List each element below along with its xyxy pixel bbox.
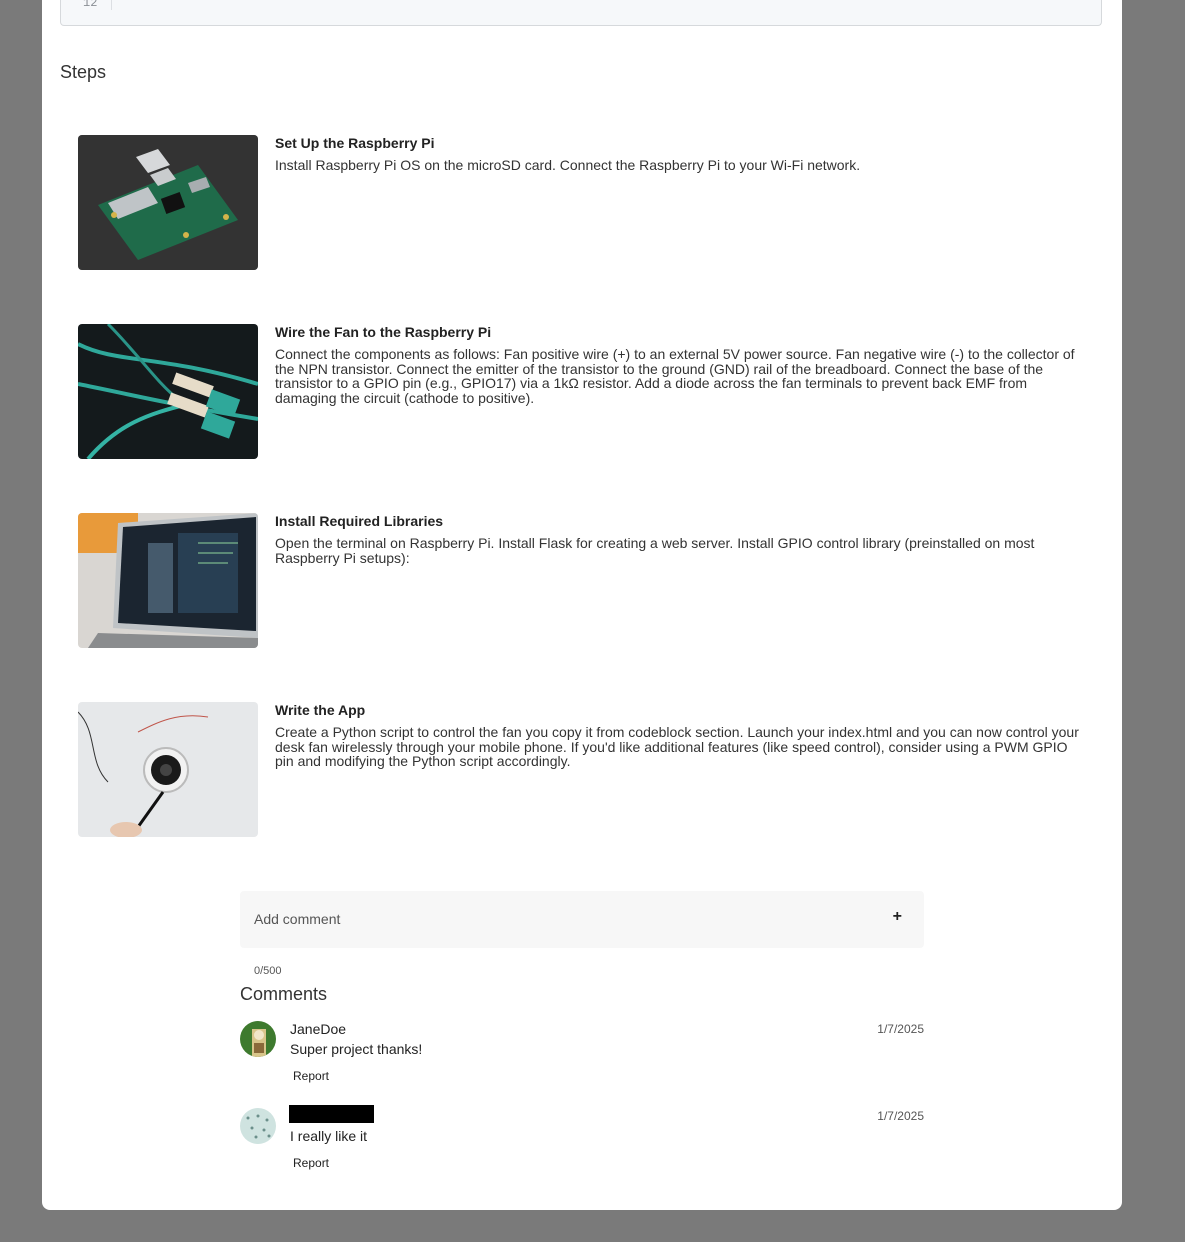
redacted-author <box>289 1105 374 1123</box>
step-description: Create a Python script to control the fa… <box>275 724 1079 769</box>
step-title: Write the App <box>275 702 366 718</box>
step-title: Wire the Fan to the Raspberry Pi <box>275 324 492 340</box>
comment-char-counter: 0/500 <box>254 965 282 977</box>
avatar <box>240 1021 276 1057</box>
comment-author[interactable]: JaneDoe <box>290 1021 346 1037</box>
report-button[interactable]: Report <box>293 1156 329 1170</box>
comment-date: 1/7/2025 <box>877 1109 924 1123</box>
add-comment-input[interactable]: Add comment + <box>240 891 924 948</box>
report-button[interactable]: Report <box>293 1069 329 1083</box>
step-title: Set Up the Raspberry Pi <box>275 135 435 151</box>
step-item: Write the App Create a Python script to … <box>78 702 1088 838</box>
comment-text: Super project thanks! <box>290 1041 423 1057</box>
step-description: Connect the components as follows: Fan p… <box>275 346 1075 406</box>
comment-date: 1/7/2025 <box>877 1022 924 1036</box>
comments-heading: Comments <box>240 984 328 1004</box>
comment-item: 1/7/2025 I really like it Report <box>240 1105 924 1180</box>
add-comment-placeholder: Add comment <box>254 911 341 927</box>
step-title: Install Required Libraries <box>275 513 444 529</box>
step-description: Install Raspberry Pi OS on the microSD c… <box>275 157 861 173</box>
add-comment-plus-icon[interactable]: + <box>893 908 902 926</box>
laptop-terminal-image <box>78 513 258 648</box>
step-item: Install Required Libraries Open the term… <box>78 513 1088 649</box>
steps-heading: Steps <box>60 62 107 82</box>
avatar <box>240 1108 276 1144</box>
fiber-cables-image <box>78 324 258 459</box>
fan-wiring-image <box>78 702 258 837</box>
project-card: 12 Steps Set Up the Raspberry Pi Install… <box>42 0 1122 1210</box>
comment-item: JaneDoe 1/7/2025 Super project thanks! R… <box>240 1021 924 1093</box>
step-description: Open the terminal on Raspberry Pi. Insta… <box>275 535 1035 566</box>
comment-text: I really like it <box>290 1128 368 1144</box>
step-item: Set Up the Raspberry Pi Install Raspberr… <box>78 135 1088 271</box>
raspberry-pi-board-image <box>78 135 258 270</box>
code-line-number: 12 <box>83 0 112 10</box>
code-block: 12 <box>60 0 1102 26</box>
step-item: Wire the Fan to the Raspberry Pi Connect… <box>78 324 1088 460</box>
